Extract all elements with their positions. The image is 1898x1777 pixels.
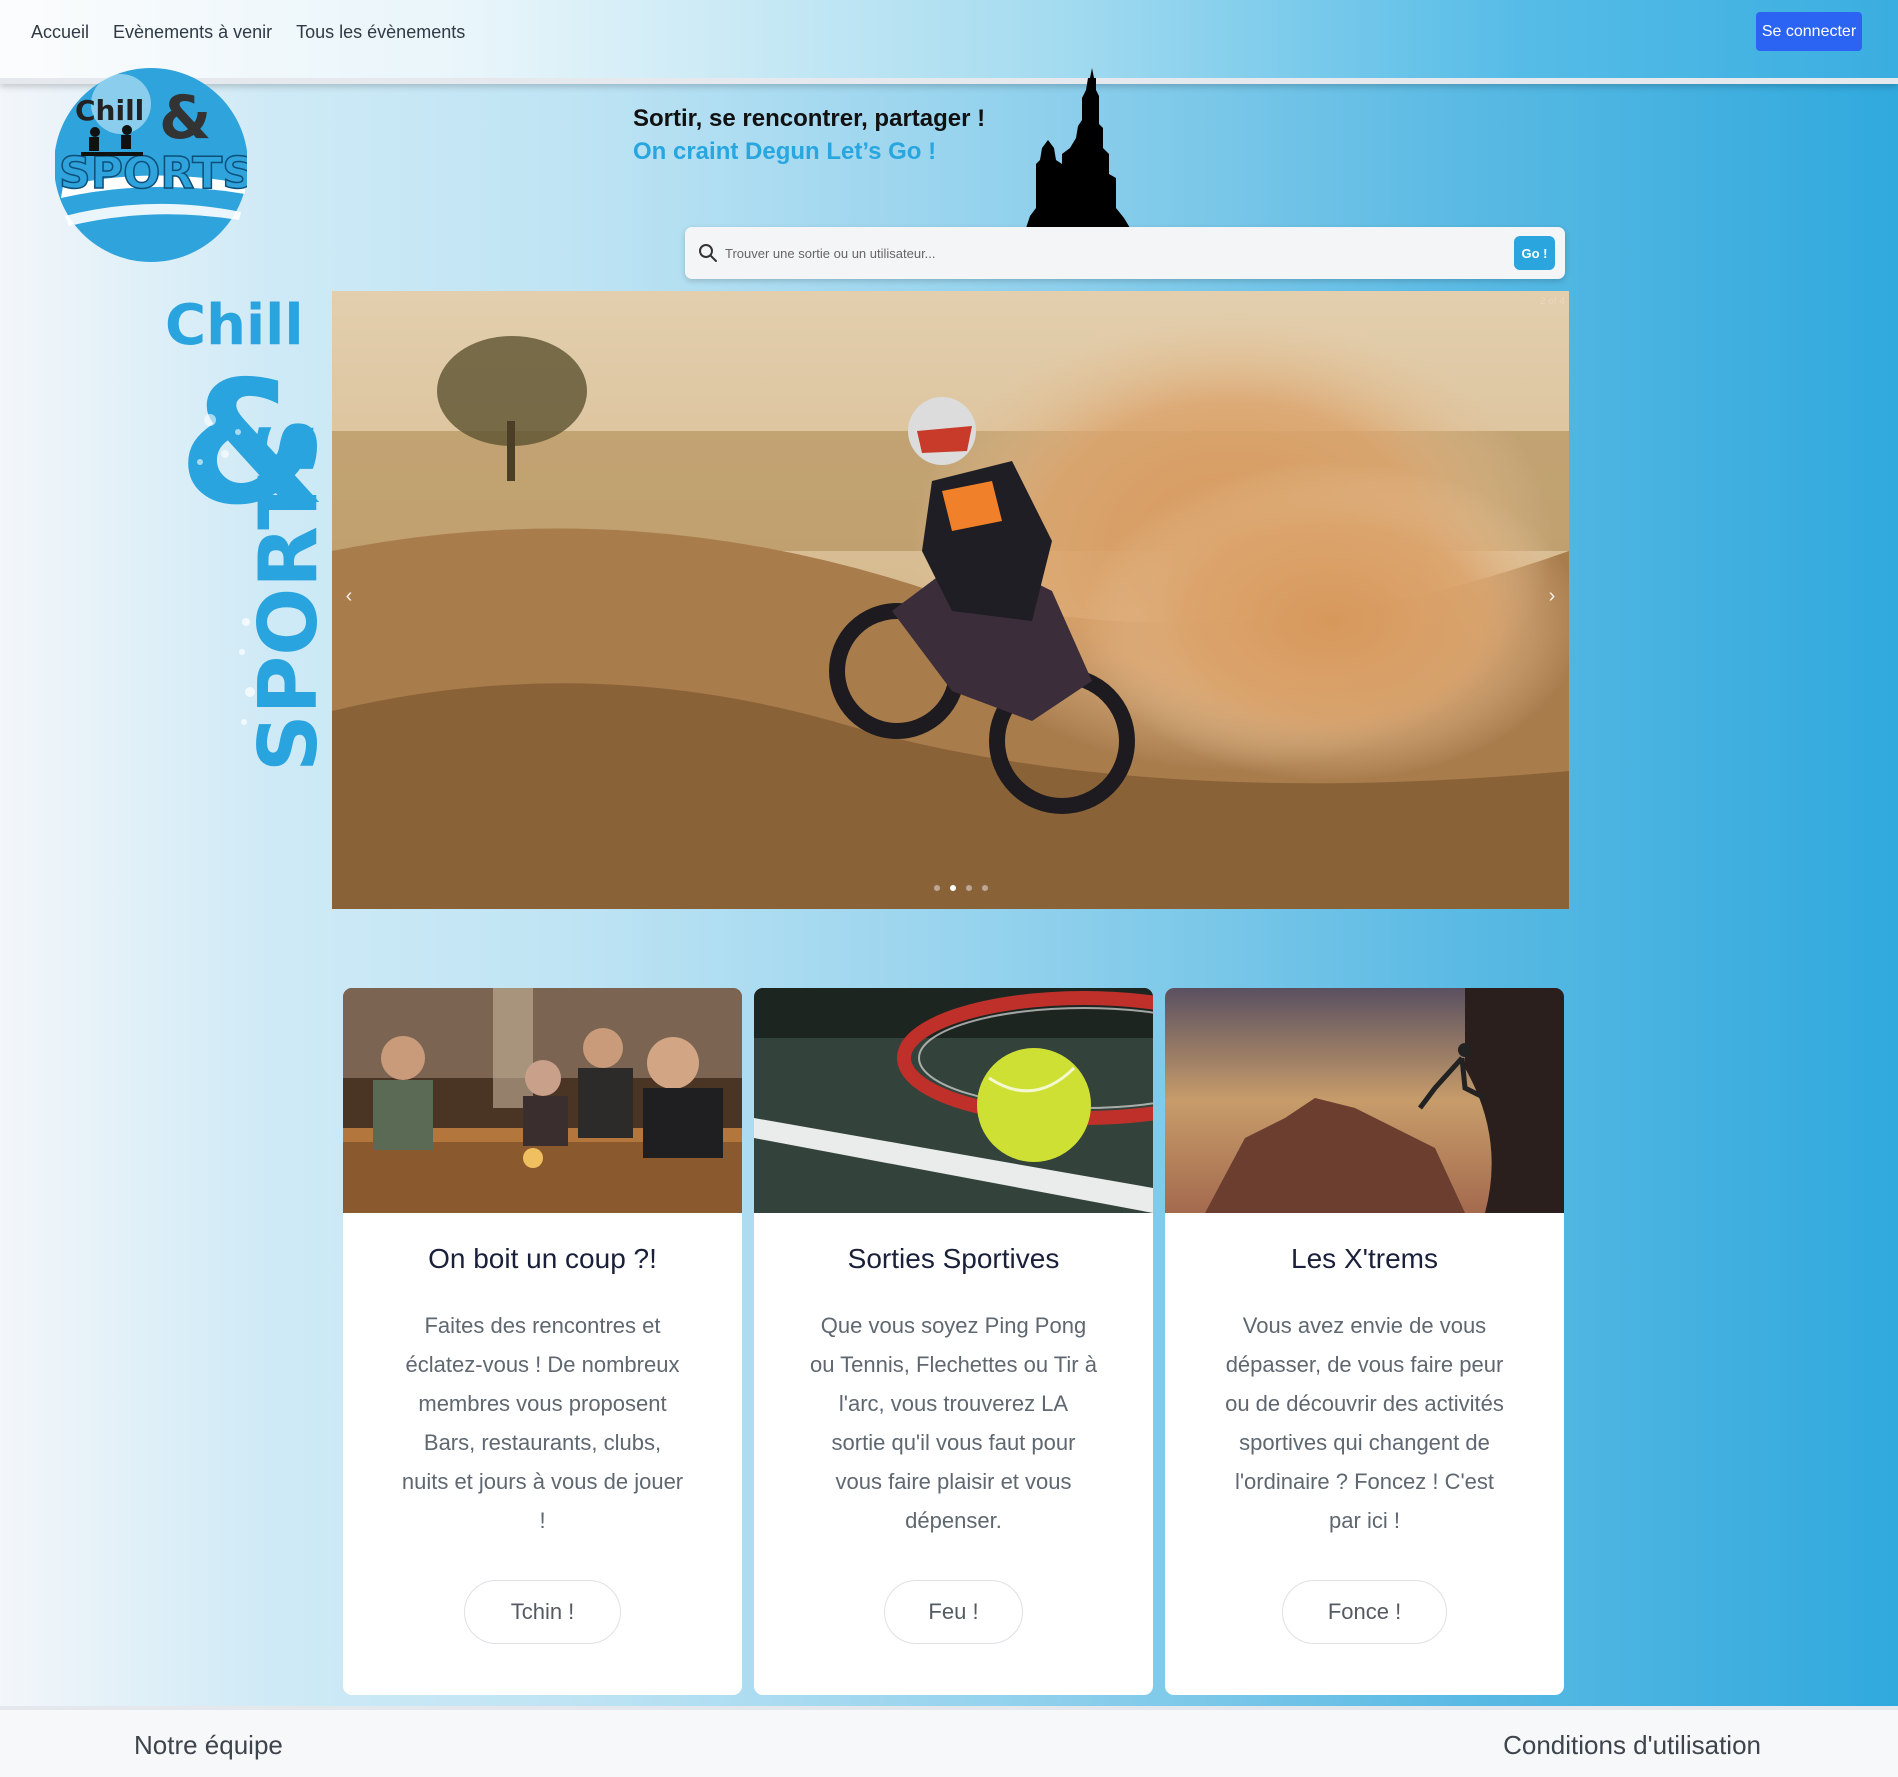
- tchin-button[interactable]: Tchin !: [464, 1580, 621, 1644]
- hero-carousel: 2 of 4 ‹ ›: [332, 291, 1569, 909]
- nav-link-accueil[interactable]: Accueil: [31, 20, 89, 44]
- search-bar: Go !: [685, 227, 1565, 279]
- slogan-line-2: On craint Degun Let’s Go !: [633, 138, 937, 165]
- side-wordmark: Chill & SPORTS: [150, 292, 335, 792]
- nav-link-evenements-a-venir[interactable]: Evènements à venir: [113, 20, 272, 44]
- carousel-dot[interactable]: [982, 885, 988, 891]
- card-text: Que vous soyez Ping Pong ou Tennis, Flec…: [810, 1313, 1097, 1533]
- card-text: Faites des rencontres et éclatez-vous ! …: [401, 1313, 684, 1533]
- card-image-bar: [343, 988, 742, 1213]
- card-text: Vous avez envie de vous dépasser, de vou…: [1225, 1313, 1504, 1533]
- carousel-counter: 2 of 4: [1539, 296, 1565, 307]
- nav-link-tous-les-evenements[interactable]: Tous les évènements: [296, 20, 465, 44]
- site-logo[interactable]: Chill & SPORTS: [54, 66, 255, 264]
- svg-text:&: &: [159, 83, 211, 153]
- feu-button[interactable]: Feu !: [884, 1580, 1023, 1644]
- search-icon: [699, 244, 717, 262]
- carousel-dot[interactable]: [934, 885, 940, 891]
- card-image-climbing: [1165, 988, 1564, 1213]
- chevron-right-icon[interactable]: ›: [1541, 581, 1563, 611]
- login-button[interactable]: Se connecter: [1756, 12, 1862, 51]
- card-title: Les X'trems: [1291, 1243, 1438, 1274]
- carousel-slide-motocross-image: [332, 291, 1569, 909]
- footer: Notre équipe Conditions d'utilisation: [0, 1706, 1898, 1777]
- card-image-tennis: [754, 988, 1153, 1213]
- carousel-dot-active[interactable]: [950, 885, 956, 891]
- carousel-dot[interactable]: [966, 885, 972, 891]
- card-bar: On boit un coup ?! Faites des rencontres…: [343, 988, 742, 1695]
- footer-link-notre-equipe[interactable]: Notre équipe: [134, 1730, 283, 1761]
- logo-graphic: Chill & SPORTS: [54, 68, 255, 262]
- carousel-indicators: [934, 885, 988, 891]
- search-input[interactable]: [725, 237, 1485, 269]
- slogan-line-1: Sortir, se rencontrer, partager !: [633, 105, 986, 132]
- nav-links: Accueil Evènements à venir Tous les évèn…: [31, 20, 465, 44]
- footer-link-conditions[interactable]: Conditions d'utilisation: [1503, 1730, 1761, 1761]
- card-xtreme: Les X'trems Vous avez envie de vous dépa…: [1165, 988, 1564, 1695]
- navbar: Accueil Evènements à venir Tous les évèn…: [0, 0, 1898, 84]
- card-sport: Sorties Sportives Que vous soyez Ping Po…: [754, 988, 1153, 1695]
- basilica-silhouette-image: [1026, 68, 1130, 228]
- card-title: On boit un coup ?!: [428, 1243, 657, 1274]
- fonce-button[interactable]: Fonce !: [1282, 1580, 1447, 1644]
- svg-text:SPORTS: SPORTS: [242, 418, 330, 772]
- search-go-button[interactable]: Go !: [1514, 236, 1555, 270]
- chevron-left-icon[interactable]: ‹: [338, 581, 360, 611]
- card-title: Sorties Sportives: [847, 1243, 1060, 1274]
- svg-text:Chill: Chill: [75, 94, 144, 127]
